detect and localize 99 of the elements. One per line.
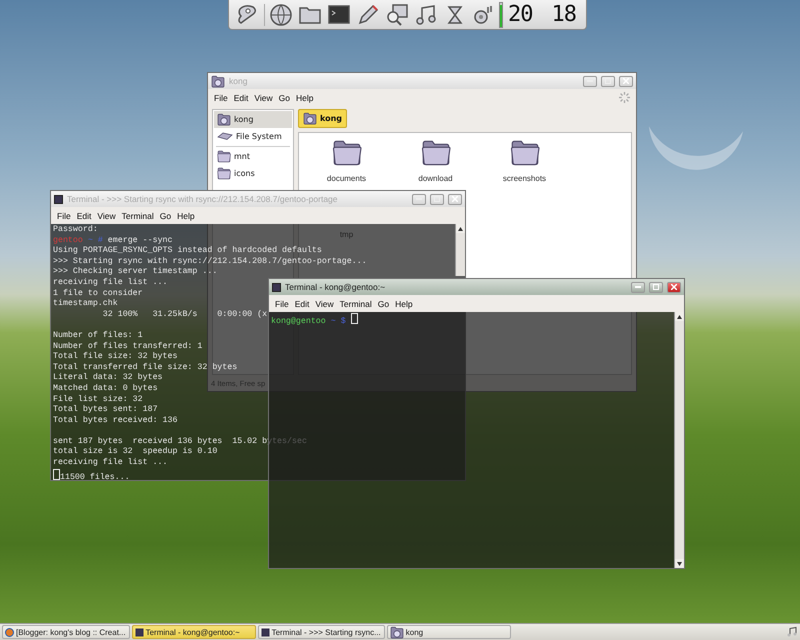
sidebar-item[interactable]: icons [214, 165, 292, 182]
home-folder-icon [390, 626, 404, 638]
scrollbar[interactable] [455, 224, 465, 276]
terminal-line: Password: [53, 225, 98, 234]
terminal-icon [134, 628, 144, 636]
menu-item[interactable]: Edit [234, 92, 248, 102]
clock-hours: 20 [508, 2, 532, 27]
search-icon[interactable] [385, 2, 410, 26]
terminal-prompt: kong@gentoo ~ $ [271, 317, 346, 326]
menu-item[interactable]: Terminal [340, 298, 372, 308]
scroll-up-icon[interactable] [677, 314, 682, 318]
sidebar-item[interactable]: File System [214, 128, 292, 145]
menu-item[interactable]: Go [160, 210, 172, 220]
music-icon[interactable] [786, 626, 798, 638]
terminal-prompt: gentoo ~ # emerge --sync [53, 236, 173, 245]
logo-icon[interactable] [235, 2, 259, 26]
menu-item[interactable]: Terminal [122, 210, 154, 220]
terminal-line: receiving file list ... [53, 458, 168, 468]
close-button[interactable] [448, 194, 462, 204]
terminal-line: total size is 32 speedup is 0.10 [53, 447, 218, 456]
maximize-button[interactable] [649, 282, 663, 292]
folder-label[interactable]: download [418, 174, 453, 183]
terminal-line: Literal data: 32 bytes [53, 373, 163, 382]
maximize-icon [434, 196, 440, 202]
task-button[interactable]: Terminal - kong@gentoo:~ [132, 625, 256, 639]
menu-item[interactable]: Go [278, 92, 290, 102]
terminal-line: sent 187 bytes received 136 bytes 15.02 bytes/sec [53, 436, 307, 446]
scroll-up-icon[interactable] [458, 226, 463, 230]
terminal-line: timestamp.chk [53, 299, 118, 308]
close-icon [623, 78, 629, 84]
window-title: kong [229, 76, 248, 86]
menu-item[interactable]: Go [378, 298, 390, 308]
clock-minutes: 18 [552, 2, 576, 27]
scroll-down-icon[interactable] [677, 562, 682, 566]
maximize-icon [653, 284, 659, 290]
sidebar-item[interactable]: kong [214, 111, 292, 128]
menu-item[interactable]: Help [177, 210, 195, 220]
terminal-line: Total file size: 32 bytes [53, 352, 178, 362]
location-button[interactable]: kong [298, 109, 348, 128]
minimize-button[interactable] [631, 282, 645, 292]
task-button[interactable]: kong [386, 625, 511, 639]
terminal-line: Number of files: 1 [53, 330, 143, 340]
maximize-button[interactable] [430, 194, 444, 204]
menu-item[interactable]: File [275, 298, 289, 308]
close-button[interactable] [667, 282, 681, 292]
folder-icon [510, 139, 540, 166]
folder-label[interactable]: documents [326, 174, 366, 183]
close-icon [452, 196, 458, 202]
menu-item[interactable]: Help [296, 92, 314, 102]
scrollbar[interactable] [674, 312, 684, 568]
menu-item[interactable]: File [57, 210, 71, 220]
terminal-line: Matched data: 0 bytes [53, 384, 158, 393]
menu-item[interactable]: View [254, 92, 273, 102]
terminal-line: >>> Starting rsync with rsync://212.154.208.7/gentoo-portage... [53, 256, 367, 266]
home-folder-icon [211, 74, 225, 88]
terminal-line: 1 file to consider [53, 288, 143, 298]
menu-item[interactable]: View [315, 298, 334, 308]
terminal-icon [272, 282, 281, 292]
pencil-icon[interactable] [356, 2, 380, 26]
menu-item[interactable]: Help [395, 298, 413, 308]
maximize-icon [605, 78, 611, 84]
minimize-button[interactable] [583, 76, 597, 86]
close-icon [671, 284, 677, 290]
menu-item[interactable]: View [97, 210, 116, 220]
terminal-line: receiving file list ... [53, 278, 168, 287]
close-button[interactable] [619, 76, 633, 86]
sidebar-item[interactable]: mnt [214, 148, 292, 165]
folder-icon [420, 139, 450, 166]
home-folder-icon [217, 113, 231, 126]
folder-icon [217, 167, 231, 180]
terminal-line: 32 100% 31.25kB/s 0:00:00 (x [102, 310, 268, 319]
window-title: Terminal - >>> Starting rsync with rsync://212.154.208.7/gentoo-portage [67, 194, 338, 204]
menu-item[interactable]: Edit [294, 298, 310, 308]
terminal-line: Number of files transferred: 1 [53, 342, 202, 351]
terminal-icon [260, 628, 270, 636]
window-title: Terminal - kong@gentoo:~ [285, 282, 386, 292]
minimize-icon [635, 286, 641, 288]
terminal-line: Total bytes sent: 187 [53, 405, 158, 414]
menu-item[interactable]: Edit [76, 210, 92, 220]
terminal-icon [54, 194, 63, 204]
terminal-line: 11500 files... [60, 472, 130, 482]
home-folder-icon [303, 112, 317, 125]
terminal-line: >>> Checking server timestamp ... [53, 267, 218, 276]
maximize-button[interactable] [601, 76, 615, 86]
minimize-button[interactable] [412, 194, 426, 204]
task-button[interactable]: [Blogger: kong's blog :: Creat... [2, 625, 130, 639]
drive-icon [217, 132, 233, 141]
music-icon[interactable] [414, 2, 438, 26]
task-button[interactable]: Terminal - >>> Starting rsync... [258, 625, 385, 639]
terminal-icon[interactable] [327, 2, 352, 26]
folder-icon [217, 150, 231, 163]
terminal-line: Total transferred file size: 32 bytes [53, 362, 238, 372]
folder-label[interactable]: screenshots [502, 174, 546, 183]
folder-icon [332, 139, 362, 166]
terminal-line: Total bytes received: 136 [53, 416, 178, 425]
throbber-icon [619, 92, 630, 103]
menu-item[interactable]: File [214, 92, 228, 102]
terminal-line: Using PORTAGE_RSYNC_OPTS instead of hardcoded defaults [53, 246, 322, 256]
terminal-line: File list size: 32 [53, 394, 143, 404]
